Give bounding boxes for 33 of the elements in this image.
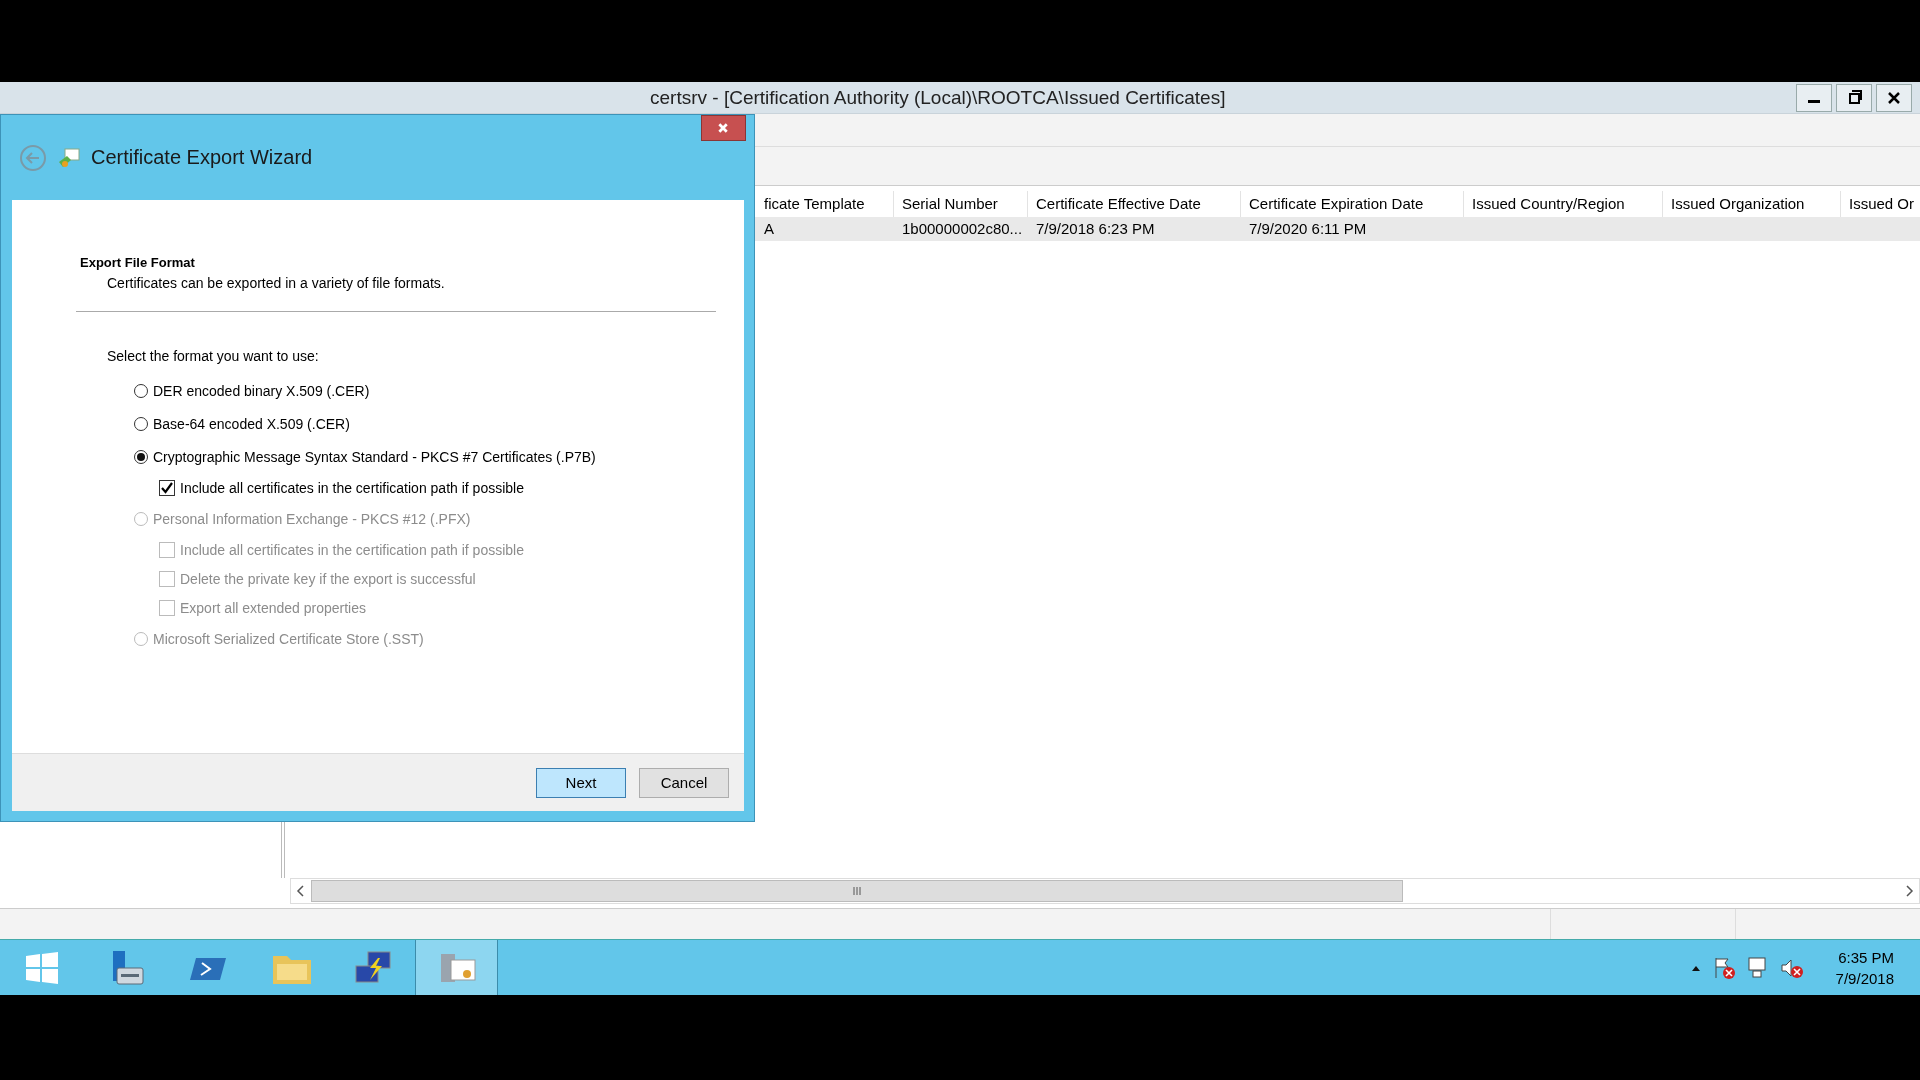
option-label: Base-64 encoded X.509 (.CER): [153, 415, 350, 432]
option-label: Cryptographic Message Syntax Standard - PKCS #7 Certificates (.P7B): [153, 448, 596, 465]
option-label: Include all certificates in the certification path if possible: [180, 479, 524, 496]
taskbar-button[interactable]: [415, 940, 498, 995]
close-icon[interactable]: [1876, 84, 1912, 112]
restore-icon[interactable]: [1836, 84, 1872, 112]
table-cell-text: A: [763, 219, 775, 239]
radio-button[interactable]: [134, 383, 148, 398]
grip-icon: [852, 886, 862, 896]
dialog-title: Certificate Export Wizard: [91, 146, 313, 169]
clock-time[interactable]: 6:35 PM: [1838, 948, 1894, 966]
window-title: certsrv - [Certification Authority (Local)\ROOTCA\Issued Certificates]: [650, 86, 1226, 109]
format-prompt: Select the format you want to use:: [107, 348, 320, 364]
section-description: Certificates can be exported in a variety of file formats.: [107, 275, 446, 291]
next-button[interactable]: Next: [536, 767, 626, 798]
clock-date[interactable]: 7/9/2018: [1835, 969, 1894, 987]
option-label: Delete the private key if the export is successful: [180, 570, 476, 587]
option-label: Export all extended properties: [180, 599, 366, 616]
option-label: Personal Information Exchange - PKCS #12 (.PFX): [153, 510, 471, 527]
option-label: Microsoft Serialized Certificate Store (.SST): [153, 630, 424, 647]
certificate-icon: [57, 145, 81, 170]
table-cell-text: 7/9/2018 6:23 PM: [1035, 219, 1156, 239]
close-icon[interactable]: [701, 115, 746, 141]
checkbox[interactable]: [159, 479, 175, 496]
cancel-button[interactable]: Cancel: [639, 767, 729, 798]
radio-button[interactable]: [134, 416, 148, 431]
minimize-icon[interactable]: [1796, 84, 1832, 112]
option-label: Include all certificates in the certification path if possible: [180, 541, 524, 558]
radio-button[interactable]: [134, 449, 148, 464]
section-heading: Export File Format: [80, 255, 196, 270]
table-cell-text: 7/9/2020 6:11 PM: [1248, 219, 1368, 239]
option-label: DER encoded binary X.509 (.CER): [153, 382, 370, 399]
table-cell-text: 1b00000002c80...: [901, 219, 1024, 239]
